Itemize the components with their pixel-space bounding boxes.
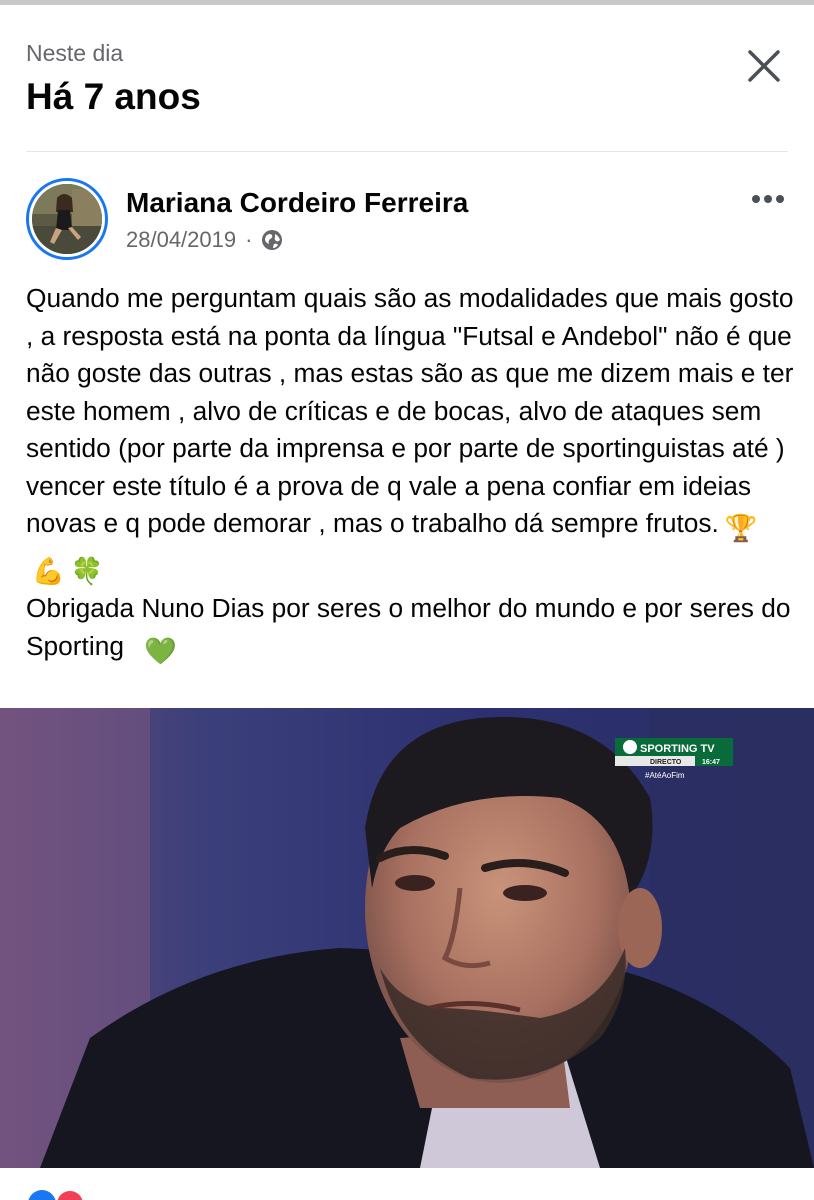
photo-illustration: SPORTING TV DIRECTO 16:47 #AtéAoFim [0, 708, 814, 1168]
post-meta: 28/04/2019 · [126, 226, 283, 254]
avatar[interactable] [26, 178, 108, 260]
author-name[interactable]: Mariana Cordeiro Ferreira [126, 185, 468, 221]
muscle-emoji: 💪 [32, 555, 65, 586]
clover-emoji: 🍀 [70, 555, 104, 586]
tv-time-text: 16:47 [702, 759, 720, 766]
avatar-image [32, 184, 102, 254]
post-date[interactable]: 28/04/2019 [126, 226, 236, 254]
meta-separator: · [245, 227, 253, 252]
post-body: Quando me perguntam quais são as modalid… [26, 283, 794, 538]
header-subtitle: Neste dia [26, 40, 124, 66]
more-icon [752, 195, 784, 203]
tv-directo-text: DIRECTO [650, 759, 682, 766]
close-icon [748, 50, 780, 82]
tv-logo-text: SPORTING TV [640, 743, 715, 755]
globe-icon [262, 230, 283, 250]
post-header: Mariana Cordeiro Ferreira 28/04/2019 · [0, 152, 814, 272]
tv-hashtag-text: #AtéAoFim [645, 771, 685, 780]
header-title: Há 7 anos [26, 76, 201, 117]
trophy-emoji: 🏆 [724, 513, 758, 543]
post-text: Quando me perguntam quais são as modalid… [26, 280, 796, 670]
like-icon [28, 1190, 85, 1200]
memories-header: Neste dia Há 7 anos [0, 5, 814, 153]
more-options-button[interactable] [744, 184, 792, 214]
close-button[interactable] [738, 40, 790, 92]
post-photo[interactable]: SPORTING TV DIRECTO 16:47 #AtéAoFim [0, 708, 814, 1168]
reaction-icons[interactable] [26, 1190, 96, 1200]
green-heart-emoji: 💚 [143, 635, 177, 666]
post-body-closing: Obrigada Nuno Dias por seres o melhor do… [26, 593, 791, 661]
